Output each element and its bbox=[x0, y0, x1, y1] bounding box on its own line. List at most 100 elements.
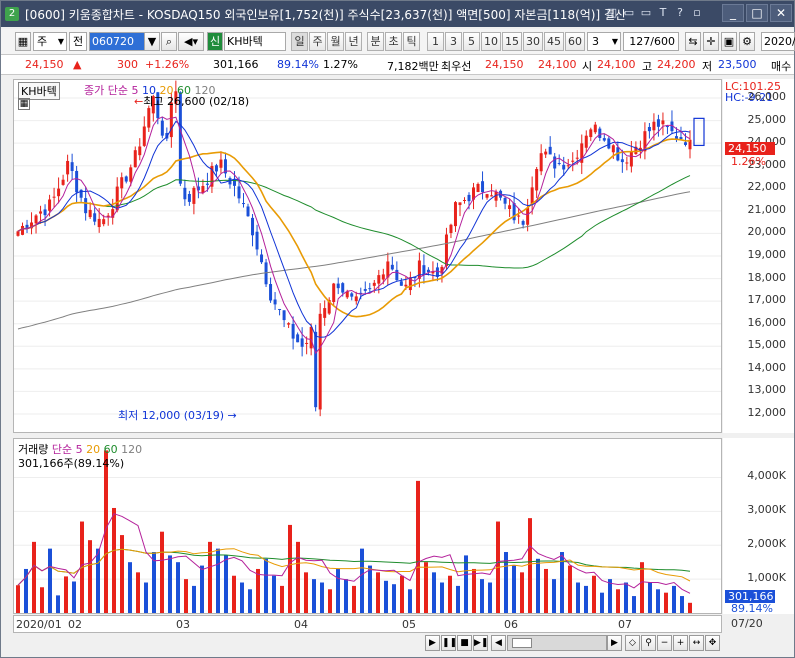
candle-body bbox=[341, 283, 345, 293]
window-number-badge: 2 bbox=[5, 7, 19, 21]
maximize-button[interactable]: □ bbox=[746, 4, 768, 22]
tab-week[interactable]: 주 bbox=[309, 32, 326, 51]
date-input[interactable]: 2020/ bbox=[761, 32, 795, 51]
candle-body bbox=[395, 269, 399, 281]
interval-3[interactable]: 3 bbox=[445, 32, 462, 51]
x-label-2020-01: 2020/01 bbox=[16, 618, 62, 631]
interval-5[interactable]: 5 bbox=[463, 32, 480, 51]
candle-body bbox=[70, 162, 74, 171]
interval-1[interactable]: 1 bbox=[427, 32, 444, 51]
tab-tick[interactable]: 틱 bbox=[403, 32, 420, 51]
tab-day[interactable]: 일 bbox=[291, 32, 308, 51]
zoom-in-icon[interactable]: + bbox=[673, 635, 688, 651]
volume-bar bbox=[184, 579, 188, 613]
market-select[interactable]: 주 ▼ bbox=[33, 32, 67, 51]
volume-bar bbox=[584, 585, 588, 613]
settings-icon[interactable]: ⚙ bbox=[739, 32, 755, 51]
candle-body bbox=[147, 108, 151, 128]
price-tick-label: 14,000 bbox=[747, 360, 787, 374]
candle-body bbox=[422, 265, 426, 275]
volume-current-label: 301,166주(89.14%) bbox=[18, 457, 125, 470]
x-label-07: 07 bbox=[618, 618, 632, 631]
x-label-03: 03 bbox=[176, 618, 190, 631]
range-input[interactable]: 127/600 bbox=[623, 32, 679, 51]
candle-body bbox=[115, 186, 119, 211]
volume-bar bbox=[168, 555, 172, 613]
volume-bar bbox=[576, 582, 580, 613]
scroll-left-icon[interactable]: ◀ bbox=[491, 635, 506, 651]
buy-label[interactable]: 매수 bbox=[771, 58, 791, 74]
main-toolbar: ▦ 주 ▼ 전 060720 ▼ ⌕ ◀▾ 신 KH바텍 일 주 월 년 분 초 … bbox=[1, 29, 795, 55]
panel-icon[interactable]: ▭ bbox=[639, 6, 653, 20]
open-price: 24,100 bbox=[597, 58, 636, 71]
save-icon[interactable]: ▣ bbox=[721, 32, 737, 51]
volume-bar bbox=[368, 565, 372, 613]
candle-body bbox=[97, 218, 101, 228]
tab-month[interactable]: 월 bbox=[327, 32, 344, 51]
price-chart[interactable]: KH바텍 종가 단순 5 10 20 60 120 ▦ ←최고 26,600 (… bbox=[13, 79, 722, 433]
count-select[interactable]: 3 ▼ bbox=[587, 32, 621, 51]
price-tick-label: 22,000 bbox=[747, 180, 787, 194]
scroll-thumb[interactable] bbox=[512, 638, 532, 648]
volume-bar bbox=[512, 565, 516, 613]
code-dropdown-button[interactable]: ▼ bbox=[144, 32, 160, 51]
crosshair-icon[interactable]: ✛ bbox=[703, 32, 719, 51]
candle-body bbox=[377, 275, 381, 284]
fit-icon[interactable]: ↔ bbox=[689, 635, 704, 651]
candle-body bbox=[611, 145, 615, 153]
candle-body bbox=[39, 211, 43, 214]
tab-year[interactable]: 년 bbox=[345, 32, 362, 51]
pin-icon[interactable]: ▫ bbox=[690, 6, 704, 20]
arrows-icon[interactable]: ⇆ bbox=[685, 32, 701, 51]
candle-body bbox=[476, 183, 480, 192]
volume-bar bbox=[440, 582, 444, 613]
interval-15[interactable]: 15 bbox=[502, 32, 522, 51]
move-icon[interactable]: ✥ bbox=[705, 635, 720, 651]
minimize-button[interactable]: _ bbox=[722, 4, 744, 22]
lock-icon[interactable]: ⚲ bbox=[641, 635, 656, 651]
horizontal-scrollbar[interactable] bbox=[507, 635, 607, 651]
volume-chart[interactable]: 거래량 단순 5 20 60 120 301,166주(89.14%) bbox=[13, 438, 722, 614]
interval-10[interactable]: 10 bbox=[481, 32, 501, 51]
candle-body bbox=[363, 289, 367, 291]
interval-60[interactable]: 60 bbox=[565, 32, 585, 51]
search-icon[interactable]: ⌕ bbox=[161, 32, 177, 51]
stock-code-input[interactable]: 060720 bbox=[89, 32, 145, 51]
candle-body bbox=[57, 188, 61, 197]
stop-icon[interactable]: ■ bbox=[457, 635, 472, 651]
play-icon[interactable]: ▶ bbox=[425, 635, 440, 651]
scroll-right-icon[interactable]: ▶ bbox=[607, 635, 622, 651]
layout-icon[interactable]: ▭ bbox=[622, 6, 636, 20]
candle-body bbox=[314, 331, 318, 408]
volume-y-axis: 4,000K 3,000K 2,000K 1,000K bbox=[723, 438, 794, 614]
price-tick-label: 13,000 bbox=[747, 383, 787, 397]
interval-45[interactable]: 45 bbox=[544, 32, 564, 51]
period-select[interactable]: 전 bbox=[69, 32, 87, 51]
candle-body bbox=[449, 224, 453, 234]
zoom-out-icon[interactable]: − bbox=[657, 635, 672, 651]
next-icon[interactable]: ▶❚ bbox=[473, 635, 488, 651]
volume-bar bbox=[528, 518, 532, 613]
price-tick-label: 12,000 bbox=[747, 405, 787, 419]
close-button[interactable]: ✕ bbox=[770, 4, 792, 22]
candle-body bbox=[260, 254, 264, 263]
link-icon[interactable]: ◱ bbox=[605, 6, 619, 20]
tab-second[interactable]: 초 bbox=[385, 32, 402, 51]
tab-minute[interactable]: 분 bbox=[367, 32, 384, 51]
speaker-icon[interactable]: ◀▾ bbox=[178, 32, 204, 51]
candle-body bbox=[598, 128, 602, 138]
help-icon[interactable]: ? bbox=[673, 6, 687, 20]
candle-body bbox=[237, 186, 241, 199]
volume-bar bbox=[16, 585, 20, 613]
chevron-down-icon: ▼ bbox=[147, 35, 157, 48]
volume-bar bbox=[600, 592, 604, 613]
text-icon[interactable]: T bbox=[656, 6, 670, 20]
table-icon[interactable]: ▦ bbox=[18, 98, 30, 110]
zoom-fit-icon[interactable]: ◇ bbox=[625, 635, 640, 651]
market-label: 주 bbox=[37, 35, 48, 48]
interval-30[interactable]: 30 bbox=[523, 32, 543, 51]
grid-icon[interactable]: ▦ bbox=[15, 32, 31, 51]
chevron-down-icon: ▼ bbox=[611, 37, 618, 46]
pause-icon[interactable]: ❚❚ bbox=[441, 635, 457, 651]
candle-body bbox=[656, 119, 660, 127]
